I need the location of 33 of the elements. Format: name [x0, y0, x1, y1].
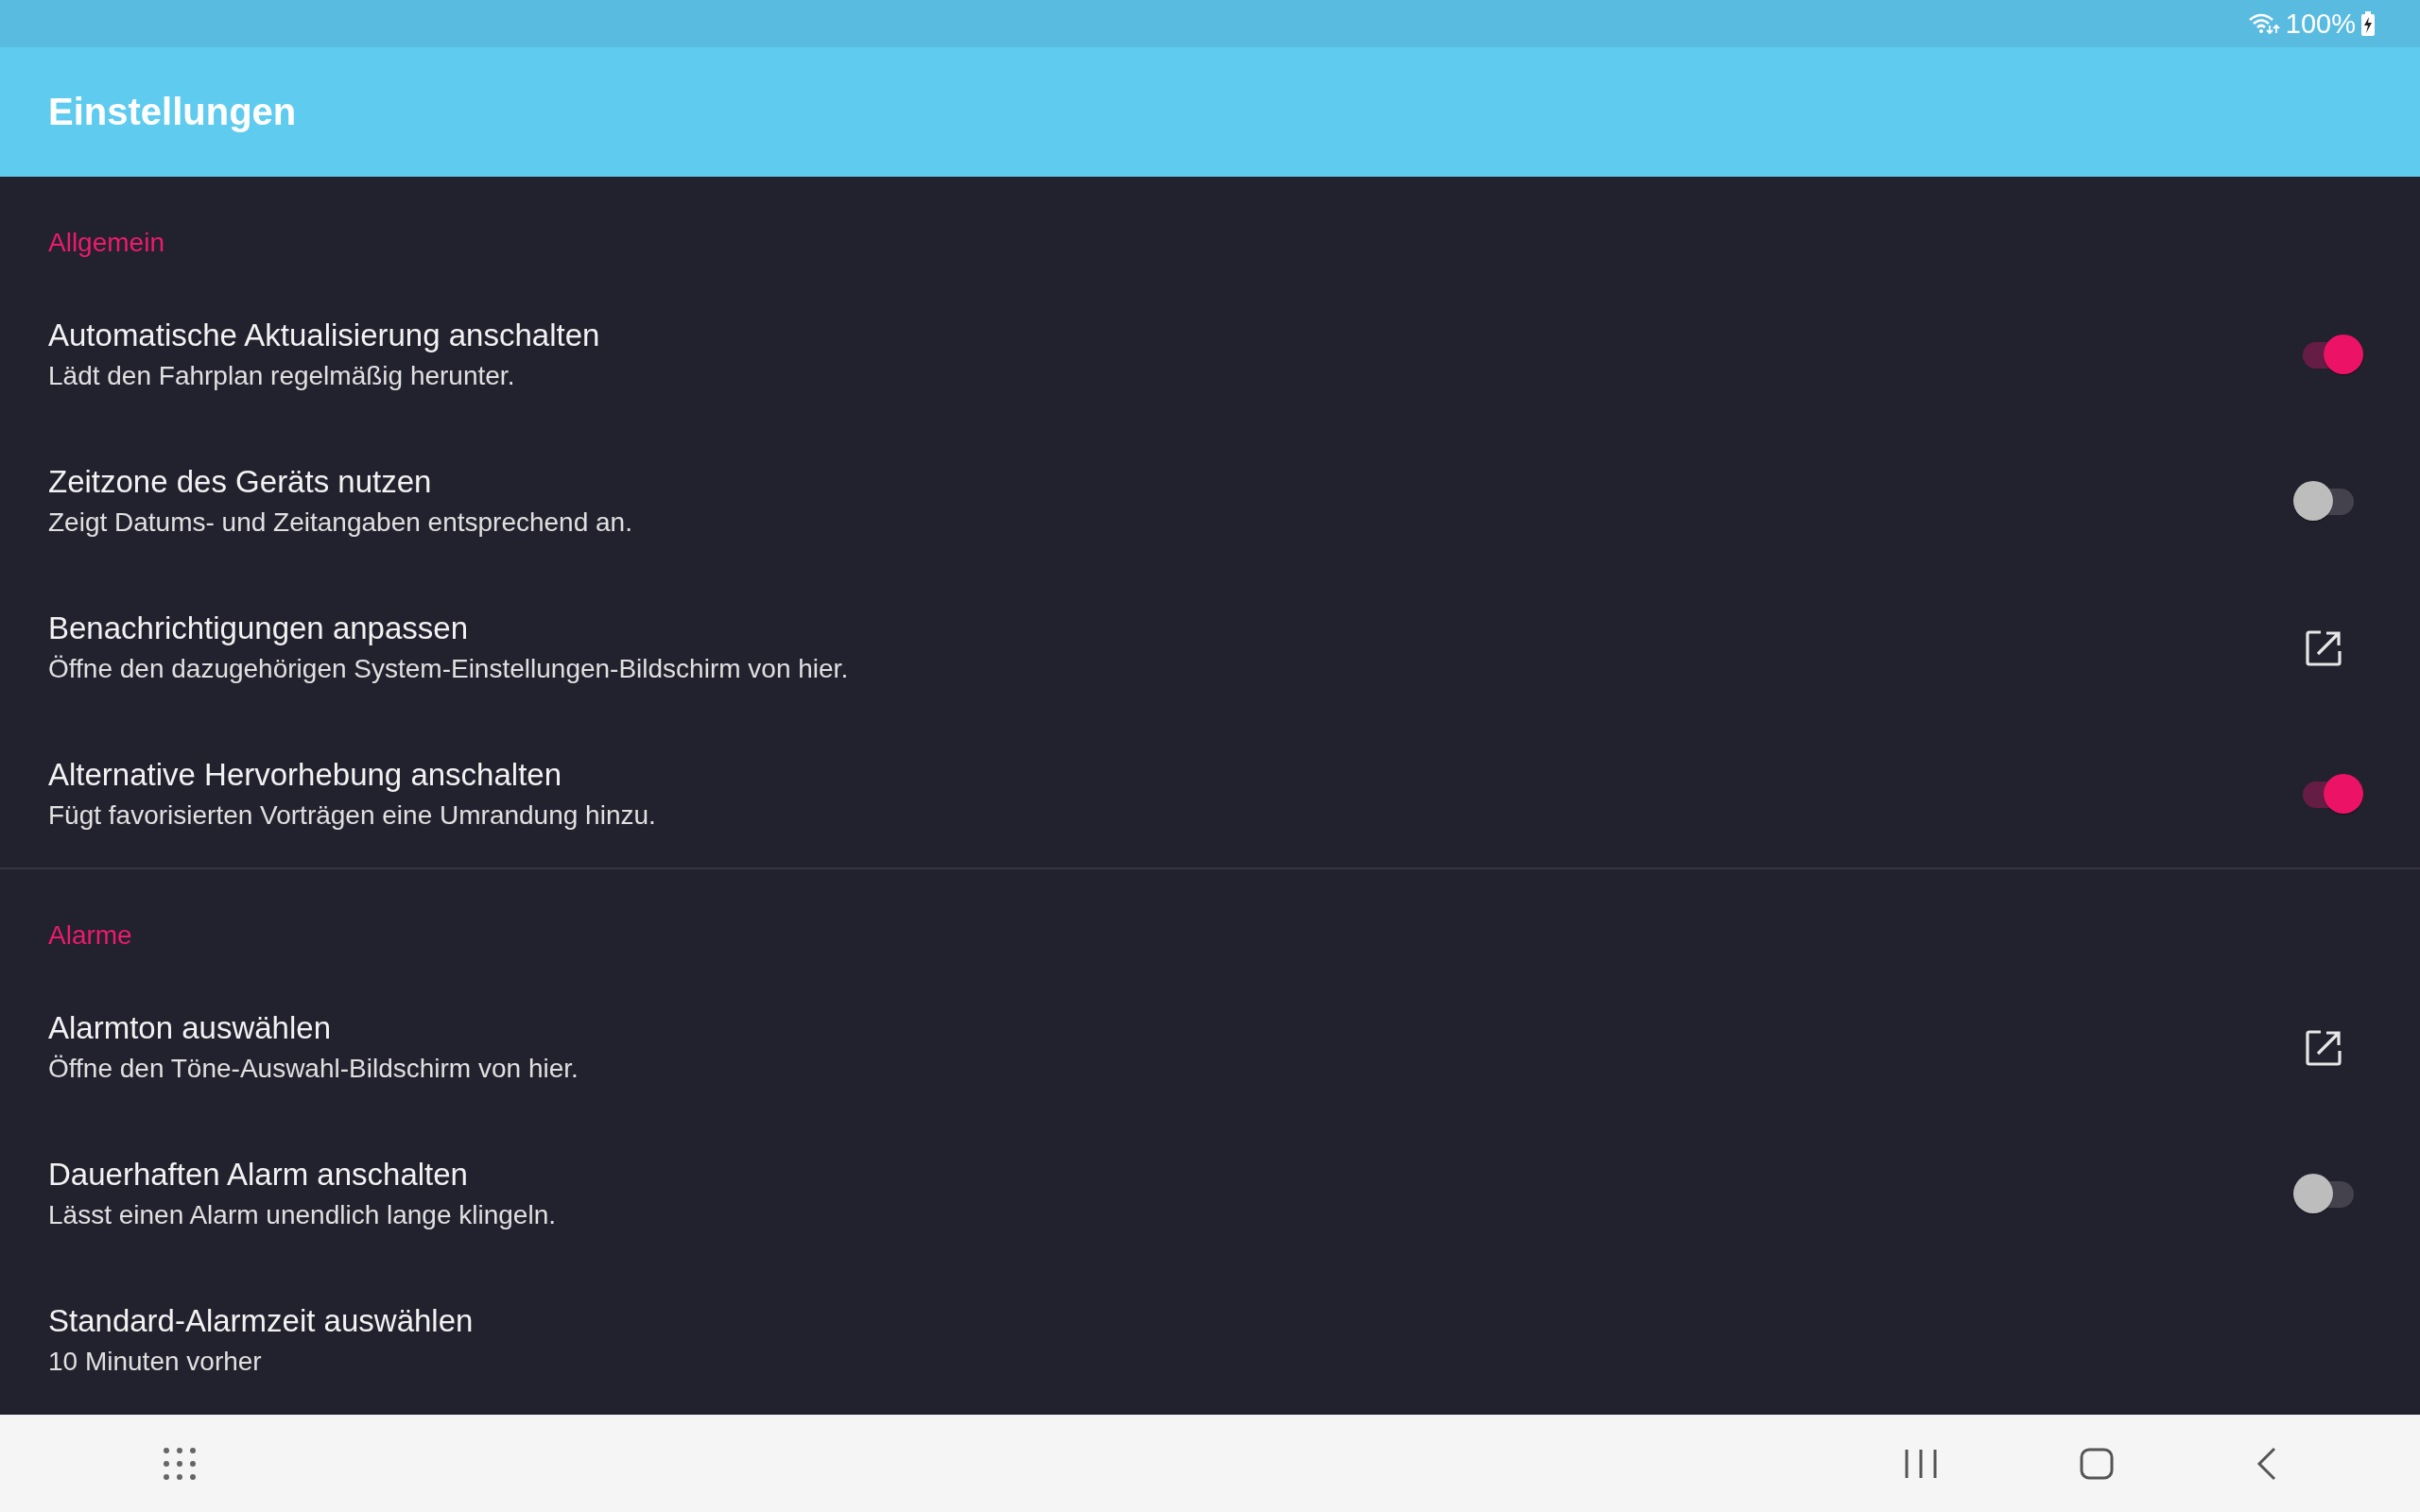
settings-item[interactable]: Alarmton auswählen Öffne den Töne-Auswahl-Bildschirm von hier.: [0, 974, 2420, 1121]
external-link-icon: [2305, 628, 2342, 667]
settings-item[interactable]: Standard-Alarmzeit auswählen 10 Minuten vorher: [0, 1267, 2420, 1414]
battery-percentage: 100%: [2285, 8, 2356, 40]
item-subtitle: Öffne den dazugehörigen System-Einstellungen-Bildschirm von hier.: [48, 652, 849, 685]
section-header: Allgemein: [47, 227, 165, 259]
settings-item[interactable]: Zeitzone des Geräts nutzen Zeigt Datums- und Zeitangaben entsprechend an.: [0, 428, 2420, 575]
item-title: Zeitzone des Geräts nutzen: [48, 462, 432, 501]
item-title: Benachrichtigungen anpassen: [48, 609, 468, 647]
settings-item[interactable]: Dauerhaften Alarm anschalten Lässt einen Alarm unendlich lange klingeln.: [0, 1121, 2420, 1267]
external-link-icon: [2305, 1028, 2342, 1067]
item-title: Alarmton auswählen: [48, 1008, 331, 1047]
item-subtitle: Fügt favorisierten Vorträgen eine Umrandung hinzu.: [48, 799, 656, 832]
item-subtitle: Öffne den Töne-Auswahl-Bildschirm von hier.: [48, 1052, 579, 1085]
home-icon[interactable]: [2080, 1447, 2114, 1480]
settings-item[interactable]: Alternative Hervorhebung anschalten Fügt favorisierten Vorträgen eine Umrandung hinzu.: [0, 721, 2420, 868]
settings-item[interactable]: Automatische Aktualisierung anschalten Lädt den Fahrplan regelmäßig herunter.: [0, 282, 2420, 428]
item-subtitle: Lässt einen Alarm unendlich lange klingeln.: [48, 1198, 557, 1231]
item-title: Automatische Aktualisierung anschalten: [48, 316, 600, 354]
item-subtitle: 10 Minuten vorher: [48, 1345, 262, 1378]
item-title: Alternative Hervorhebung anschalten: [48, 755, 562, 794]
section-header: Alarme: [47, 919, 133, 952]
back-icon[interactable]: [2256, 1446, 2278, 1481]
settings-item[interactable]: Benachrichtigungen anpassen Öffne den dazugehörigen System-Einstellungen-Bildschirm von hier.: [0, 575, 2420, 721]
app-grid-icon[interactable]: [163, 1446, 197, 1481]
wifi-icon: [2247, 12, 2280, 35]
screen-title: Einstellungen: [48, 91, 297, 133]
battery-charging-icon: [2361, 11, 2375, 36]
recent-apps-icon[interactable]: [1904, 1447, 1938, 1480]
item-subtitle: Lädt den Fahrplan regelmäßig herunter.: [48, 359, 515, 392]
item-title: Dauerhaften Alarm anschalten: [48, 1155, 468, 1194]
item-subtitle: Zeigt Datums- und Zeitangaben entsprechend an.: [48, 506, 632, 539]
item-title: Standard-Alarmzeit auswählen: [48, 1301, 474, 1340]
